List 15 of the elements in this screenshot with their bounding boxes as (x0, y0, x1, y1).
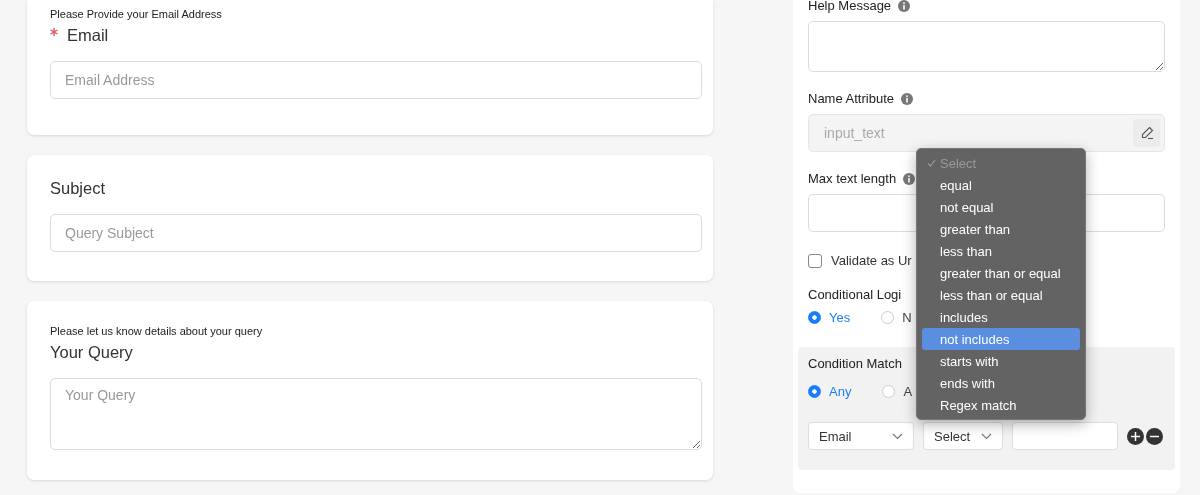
radio-label: Yes (829, 310, 851, 325)
radio-label: Any (829, 384, 852, 399)
setting-label: Help Message (808, 0, 892, 13)
field-label: Your Query (50, 343, 133, 362)
field-label: Email (67, 26, 109, 45)
checkbox-label: Validate as Ur (831, 253, 912, 268)
setting-label: Max text length (808, 171, 897, 186)
field-label: Subject (50, 179, 106, 198)
field-description: Please Provide your Email Address (50, 8, 223, 20)
field-description: Please let us know details about your query (50, 325, 264, 337)
setting-label: Conditional Logi (808, 287, 902, 302)
setting-label: Condition Match (808, 356, 902, 371)
radio-label: N (902, 310, 912, 325)
radio-label: A (903, 384, 913, 399)
setting-label: Name Attribute (808, 91, 894, 106)
